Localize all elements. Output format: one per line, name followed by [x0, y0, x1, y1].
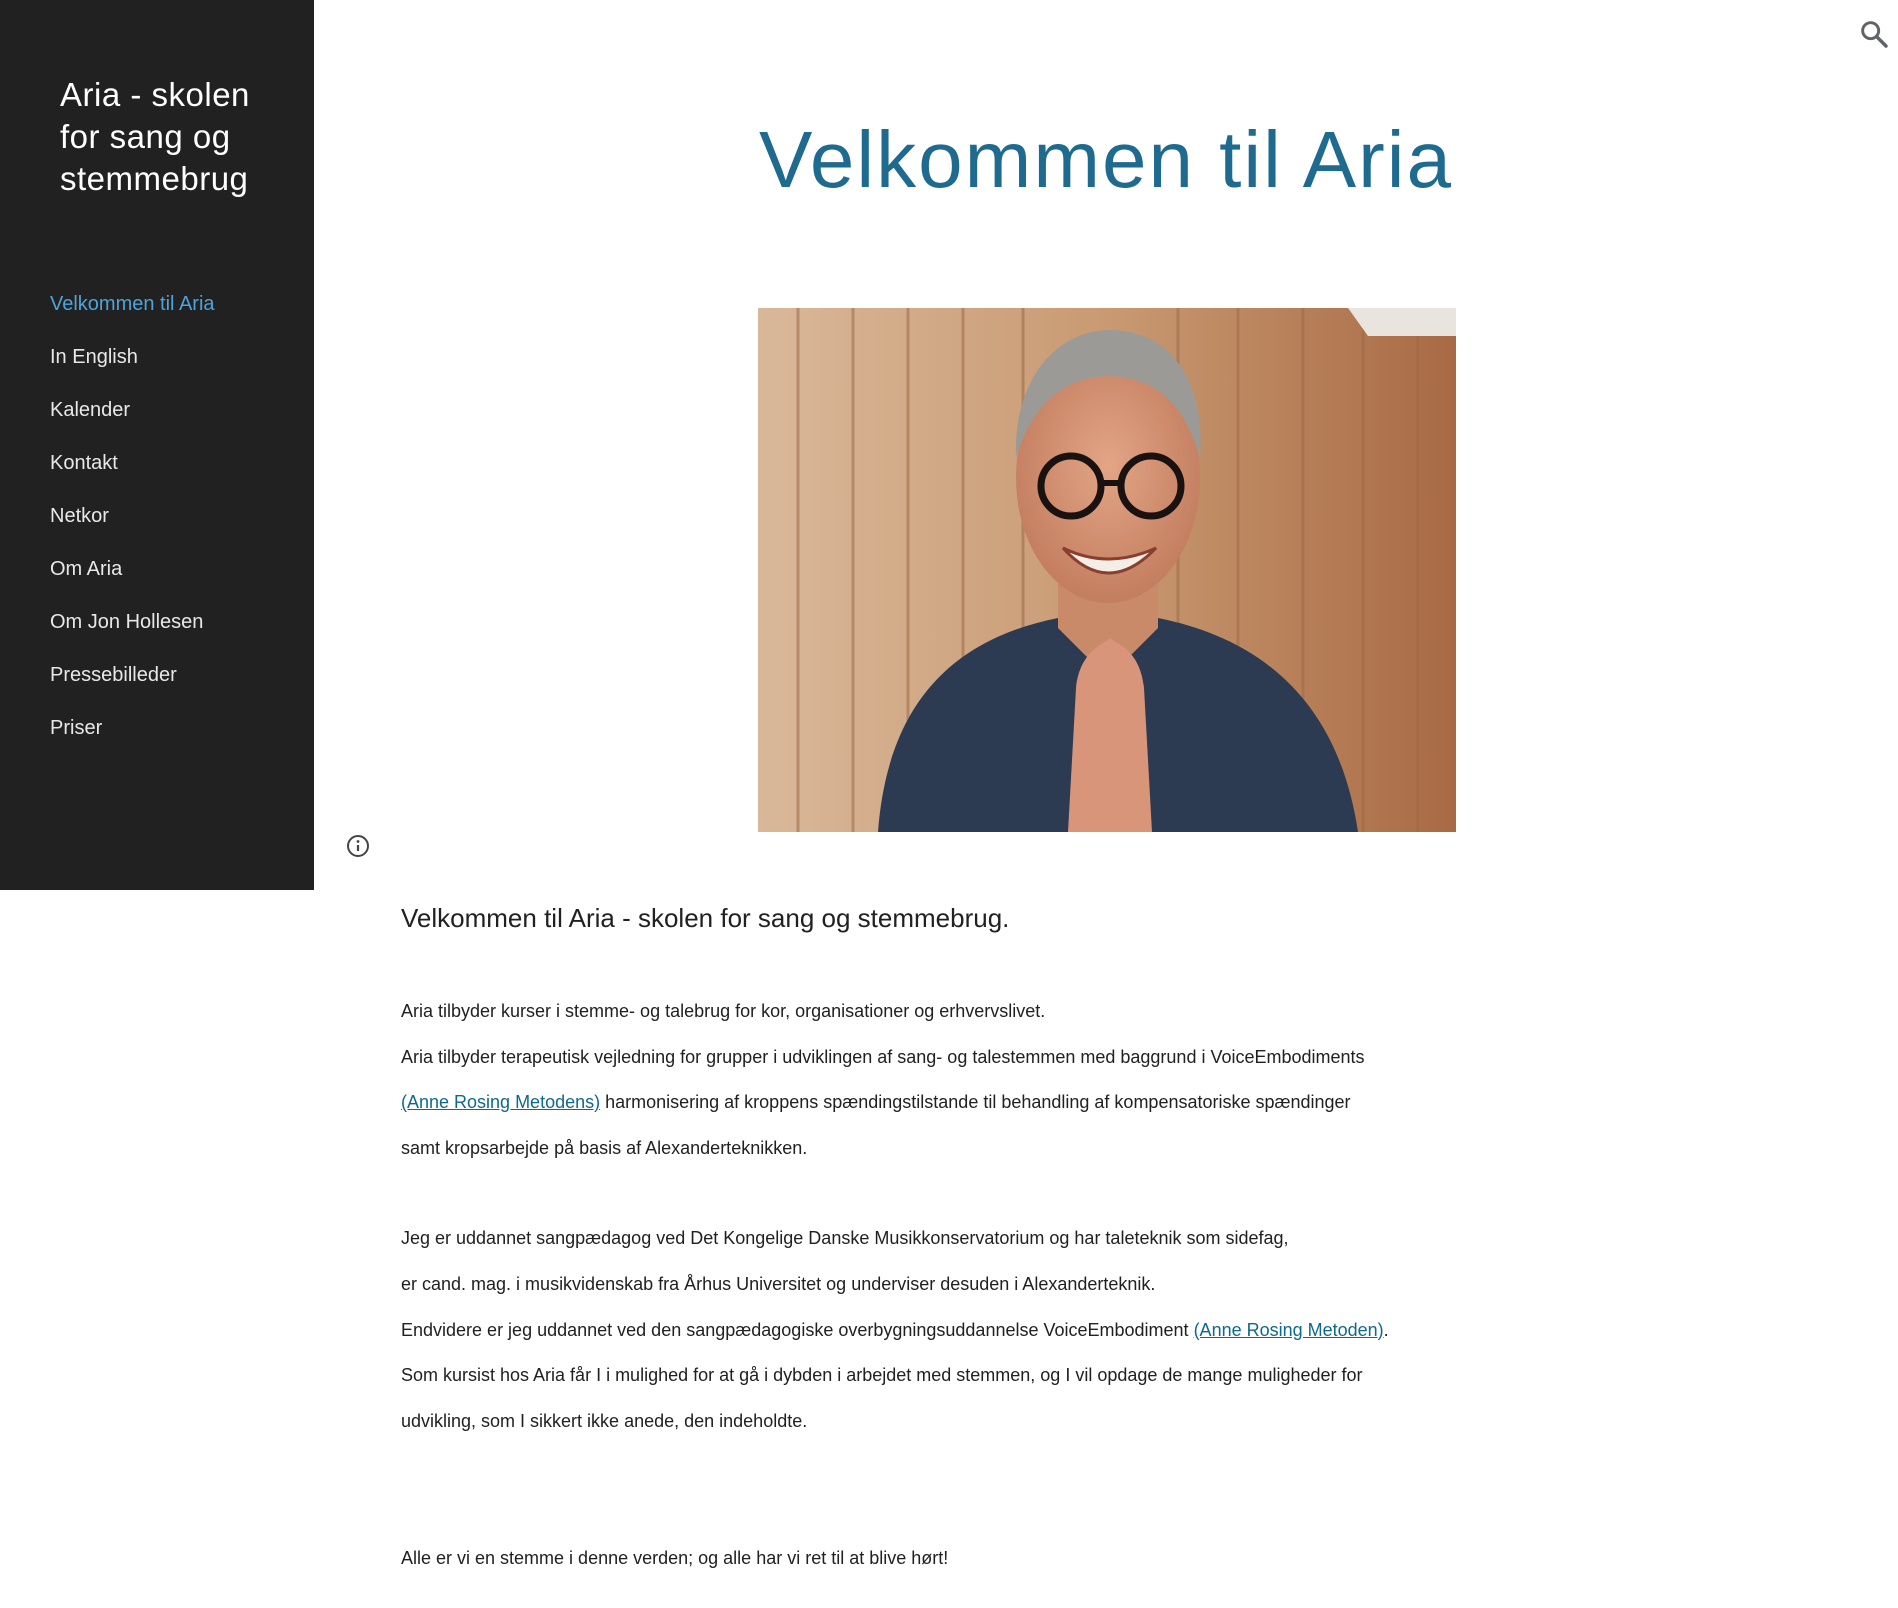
paragraph-7-text: Endvidere er jeg uddannet ved den sangpæ… — [401, 1319, 1194, 1340]
nav-item-pressebilleder[interactable]: Pressebilleder — [50, 655, 215, 708]
paragraph-4: samt kropsarbejde på basis af Alexandert… — [401, 1137, 808, 1158]
main-content: Velkommen til Aria - skolen for sang og … — [401, 892, 1501, 1582]
nav-item-priser[interactable]: Priser — [50, 708, 215, 761]
paragraph-8: Som kursist hos Aria får I i mulighed fo… — [401, 1365, 1363, 1386]
anne-rosing-link-2[interactable]: (Anne Rosing Metoden) — [1194, 1320, 1384, 1340]
sidebar: Aria - skolen for sang og stemmebrug Vel… — [0, 0, 314, 890]
paragraph-3: (Anne Rosing Metodens) harmonisering af … — [401, 1080, 1501, 1126]
paragraph-7: Endvidere er jeg uddannet ved den sangpæ… — [401, 1308, 1501, 1354]
info-icon[interactable] — [346, 834, 370, 858]
paragraph-7-end: . — [1383, 1319, 1389, 1340]
anne-rosing-link-1[interactable]: (Anne Rosing Metodens) — [401, 1092, 600, 1112]
sidebar-nav: Velkommen til Aria In English Kalender K… — [50, 284, 215, 761]
paragraph-3-text: harmonisering af kroppens spændingstilst… — [600, 1092, 1351, 1113]
site-title[interactable]: Aria - skolen for sang og stemmebrug — [60, 74, 280, 200]
paragraph-9: udvikling, som I sikkert ikke anede, den… — [401, 1410, 808, 1431]
nav-item-kalender[interactable]: Kalender — [50, 390, 215, 443]
nav-item-netkor[interactable]: Netkor — [50, 496, 215, 549]
paragraph-2: Aria tilbyder terapeutisk vejledning for… — [401, 1046, 1365, 1067]
page-title: Velkommen til Aria — [758, 115, 1454, 204]
nav-item-velkommen[interactable]: Velkommen til Aria — [50, 284, 215, 337]
portrait-photo — [758, 308, 1456, 832]
intro-heading: Velkommen til Aria - skolen for sang og … — [401, 903, 1010, 933]
page: Aria - skolen for sang og stemmebrug Vel… — [0, 0, 1898, 1608]
nav-item-om-jon-hollesen[interactable]: Om Jon Hollesen — [50, 602, 215, 655]
paragraph-10: Alle er vi en stemme i denne verden; og … — [401, 1548, 949, 1569]
paragraph-1: Aria tilbyder kurser i stemme- og talebr… — [401, 1001, 1046, 1021]
nav-item-om-aria[interactable]: Om Aria — [50, 549, 215, 602]
nav-item-kontakt[interactable]: Kontakt — [50, 443, 215, 496]
paragraph-5: Jeg er uddannet sangpædagog ved Det Kong… — [401, 1228, 1289, 1249]
paragraph-6: er cand. mag. i musikvidenskab fra Århus… — [401, 1273, 1156, 1294]
nav-item-in-english[interactable]: In English — [50, 337, 215, 390]
search-icon[interactable] — [1858, 18, 1890, 50]
